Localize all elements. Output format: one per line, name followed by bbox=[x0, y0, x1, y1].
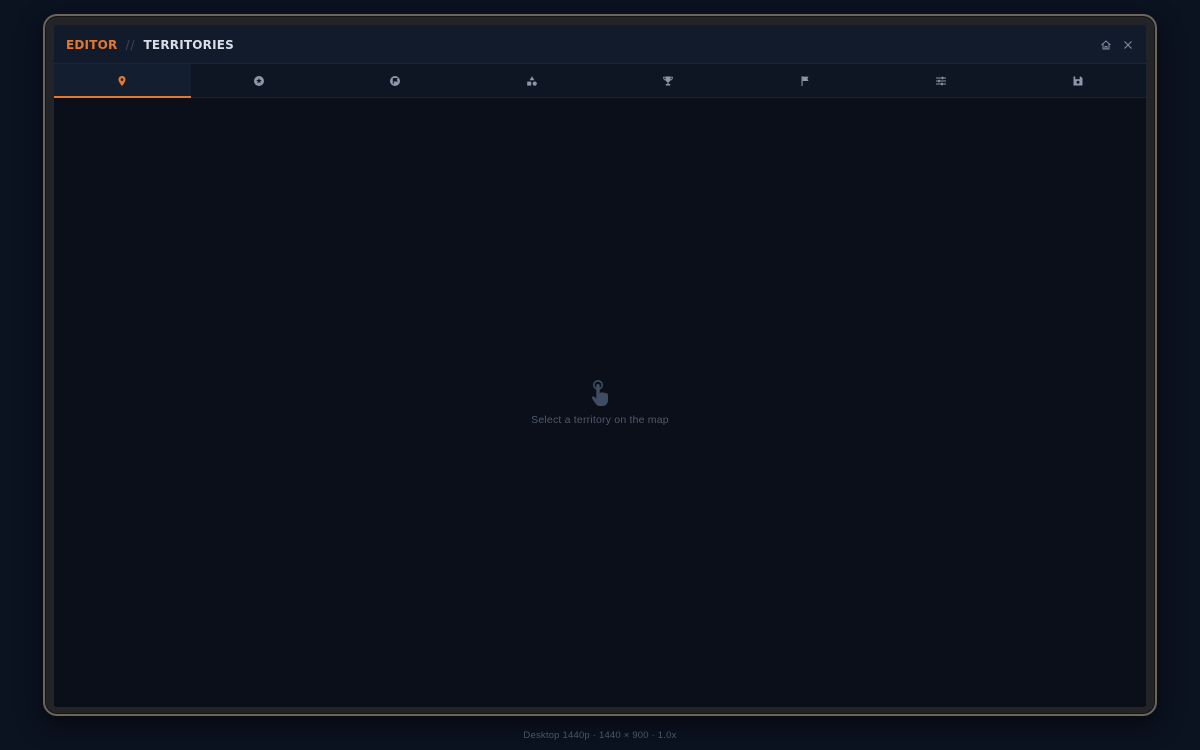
sliders-icon bbox=[936, 76, 947, 85]
title-bar: EDITOR // TERRITORIES bbox=[54, 25, 1146, 64]
trophy-icon bbox=[663, 76, 674, 85]
empty-state-message: Select a territory on the map bbox=[531, 414, 669, 426]
editor-window: EDITOR // TERRITORIES Select a territory… bbox=[54, 25, 1146, 707]
breadcrumb-separator: // bbox=[125, 37, 136, 52]
tab-territories[interactable] bbox=[54, 64, 191, 98]
home-icon[interactable] bbox=[1100, 39, 1112, 51]
tab-factions[interactable] bbox=[327, 64, 464, 97]
tab-objectives[interactable] bbox=[600, 64, 737, 97]
tab-flags[interactable] bbox=[737, 64, 874, 97]
breadcrumb-page: TERRITORIES bbox=[143, 37, 235, 52]
tab-units[interactable] bbox=[464, 64, 601, 97]
tab-settings[interactable] bbox=[873, 64, 1010, 97]
tab-save[interactable] bbox=[1010, 64, 1147, 97]
flag-icon bbox=[801, 75, 809, 86]
tab-badges[interactable] bbox=[191, 64, 328, 97]
map-pin-icon bbox=[118, 75, 126, 86]
breadcrumb-section[interactable]: EDITOR bbox=[66, 38, 117, 52]
shapes-icon bbox=[526, 75, 537, 86]
flag-circle-icon bbox=[390, 75, 401, 86]
star-badge-icon bbox=[253, 75, 264, 86]
tab-bar bbox=[54, 64, 1146, 98]
pointer-hand-icon bbox=[591, 380, 608, 406]
territory-panel: Select a territory on the map bbox=[54, 99, 1146, 707]
save-icon bbox=[1073, 76, 1083, 85]
device-frame: EDITOR // TERRITORIES Select a territory… bbox=[43, 14, 1157, 716]
viewport-info: Desktop 1440p · 1440 × 900 · 1.0x bbox=[523, 730, 677, 741]
window-controls bbox=[1100, 25, 1134, 64]
empty-state: Select a territory on the map bbox=[54, 379, 1146, 426]
close-icon[interactable] bbox=[1122, 39, 1134, 51]
breadcrumb: EDITOR // TERRITORIES bbox=[66, 25, 234, 64]
